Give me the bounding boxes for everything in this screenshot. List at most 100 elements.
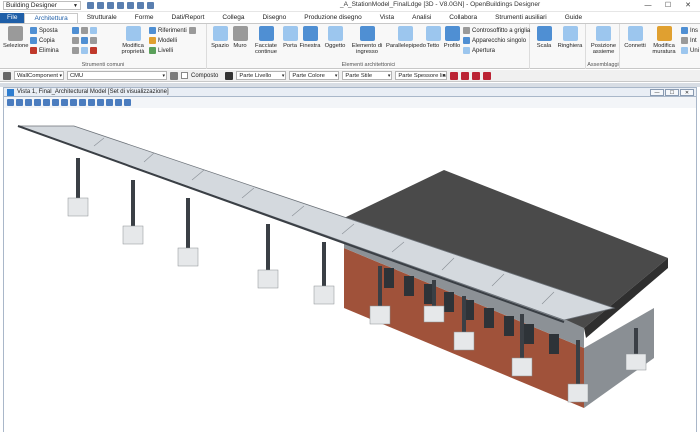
group-label-arch: Elementi architettonici [341,62,396,68]
view-next-icon[interactable] [88,99,95,106]
save-icon[interactable] [107,2,114,9]
oggetto-button[interactable]: Oggetto [323,26,347,49]
view-attributes-icon[interactable] [7,99,14,106]
locks-icon-2[interactable] [461,71,470,80]
camera-icon[interactable] [97,99,104,106]
elemento-ingresso-button[interactable]: Elemento di ingresso [349,26,385,55]
draw-tools-row-1[interactable] [72,27,99,34]
tab-dati-report[interactable]: Dati/Report [163,13,214,23]
int-button[interactable]: Int [681,37,697,44]
rotate-view-icon[interactable] [61,99,68,106]
tab-collabora[interactable]: Collabora [440,13,486,23]
uni-button[interactable]: Uni [681,47,699,54]
pin-icon[interactable] [3,71,11,80]
ringhiera-button[interactable]: Ringhiera [556,26,584,49]
window-area-icon[interactable] [43,99,50,106]
spazio-button[interactable]: Spazio [211,26,229,49]
curtain-wall-icon [258,26,274,41]
update-view-icon[interactable] [16,99,23,106]
group-elementi-architettonici: Spazio Muro Facciate continue Porta Fine… [208,24,530,69]
settings-icon [189,27,196,34]
tab-forme[interactable]: Forme [126,13,163,23]
undo-icon[interactable] [127,2,134,9]
view-maximize-button[interactable]: ☐ [665,88,679,96]
modifica-proprieta-button[interactable]: Modifica proprietà [118,26,148,55]
locks-icon-3[interactable] [472,71,481,80]
tab-analisi[interactable]: Analisi [403,13,440,23]
profile-icon [444,26,460,41]
ribbon: Selezione Sposta Copia Elimina Modifica … [0,23,700,69]
livello-select[interactable]: Parte Livello [236,71,287,80]
door-icon [282,26,298,41]
shape-icon [81,27,88,34]
selezione-button[interactable]: Selezione [3,26,28,49]
tetto-button[interactable]: Tetto [424,26,442,49]
sposta-button[interactable]: Sposta [30,27,58,34]
redo-icon[interactable] [137,2,144,9]
view-minimize-button[interactable]: — [650,88,664,96]
modifica-muratura-button[interactable]: Modifica muratura [649,26,679,55]
riferimenti-button[interactable]: Riferimenti [149,27,187,34]
fit-view-icon[interactable] [52,99,59,106]
component-select[interactable]: WallComponent [14,71,64,80]
parallelepipedo-button[interactable]: Parallelepipedo [386,26,426,49]
close-button[interactable]: ✕ [678,0,698,11]
clip-volume-icon[interactable] [106,99,113,106]
tab-vista[interactable]: Vista [371,13,403,23]
print-icon[interactable] [147,2,154,9]
workspace-selector[interactable]: Building Designer ▼ [3,1,81,10]
tab-file[interactable]: File [0,13,25,23]
locks-icon-1[interactable] [450,71,459,80]
profilo-button[interactable]: Profilo [443,26,461,49]
group-modify: Connetti Modifica muratura Ins Int Uni [621,24,700,69]
tab-disegno[interactable]: Disegno [253,13,295,23]
draw-tools-row-2[interactable] [72,37,99,44]
maximize-button[interactable]: ☐ [658,0,678,11]
pan-view-icon[interactable] [70,99,77,106]
3d-viewport[interactable] [3,108,697,432]
minimize-button[interactable]: — [638,0,658,11]
tab-strutturale[interactable]: Strutturale [78,13,126,23]
view-settings-icon[interactable] [124,99,131,106]
ins-button[interactable]: Ins [681,27,698,34]
extra-tools-column[interactable] [189,27,198,34]
material-icon[interactable] [170,71,178,80]
stile-select[interactable]: Parte Stile [342,71,393,80]
tab-collega[interactable]: Collega [213,13,253,23]
locks-icon-4[interactable] [483,71,492,80]
muro-button[interactable]: Muro [231,26,249,49]
tab-strumenti-ausiliari[interactable]: Strumenti ausiliari [486,13,556,23]
group-label-assembl: Assemblaggi [587,62,619,68]
scala-button[interactable]: Scala [534,26,554,49]
view-previous-icon[interactable] [79,99,86,106]
modelli-button[interactable]: Modelli [149,37,177,44]
finestra-button[interactable]: Finestra [299,26,321,49]
view-close-button[interactable]: ✕ [680,88,694,96]
open-file-icon[interactable] [97,2,104,9]
apertura-button[interactable]: Apertura [463,47,495,54]
zoom-out-icon[interactable] [34,99,41,106]
livelli-button[interactable]: Livelli [149,47,173,54]
elimina-button[interactable]: Elimina [30,47,59,54]
facciate-continue-button[interactable]: Facciate continue [251,26,281,55]
material-select[interactable]: CMU [67,71,167,80]
zoom-in-icon[interactable] [25,99,32,106]
polygon-icon [81,37,88,44]
posizione-assieme-button[interactable]: Posizione assieme [589,26,618,55]
column-1 [67,158,89,217]
apparecchio-button[interactable]: Apparecchio singolo [463,37,526,44]
porta-button[interactable]: Porta [282,26,298,49]
tab-architettura[interactable]: Architettura [24,13,78,23]
display-style-icon[interactable] [115,99,122,106]
copia-button[interactable]: Copia [30,37,55,44]
connetti-button[interactable]: Connetti [623,26,647,49]
colore-select[interactable]: Parte Colore [289,71,340,80]
new-file-icon[interactable] [87,2,94,9]
draw-tools-row-3[interactable] [72,47,99,54]
spessore-select[interactable]: Parte Spessore lin [395,71,448,80]
save-settings-icon[interactable] [117,2,124,9]
composto-checkbox[interactable] [181,72,188,79]
tab-produzione-disegno[interactable]: Produzione disegno [295,13,370,23]
controsoffitto-button[interactable]: Controsoffitto a griglia [463,27,530,34]
tab-guide[interactable]: Guide [556,13,591,23]
